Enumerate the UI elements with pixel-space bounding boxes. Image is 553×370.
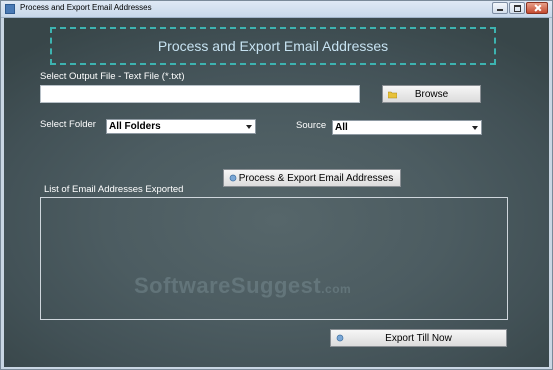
browse-button[interactable]: Browse	[382, 85, 481, 103]
source-label: Source	[296, 120, 327, 131]
app-window: Process and Export Email Addresses Proce…	[0, 0, 553, 370]
header-title: Process and Export Email Addresses	[157, 38, 389, 54]
header-banner: Process and Export Email Addresses	[50, 27, 496, 65]
main-panel: Process and Export Email Addresses Selec…	[4, 18, 549, 367]
title-bar[interactable]: Process and Export Email Addresses	[1, 1, 552, 18]
app-icon	[5, 4, 15, 14]
maximize-button[interactable]	[509, 2, 525, 14]
output-file-input[interactable]	[40, 85, 360, 103]
select-folder-label: Select Folder	[40, 119, 96, 130]
window-controls	[492, 2, 548, 14]
export-till-now-button[interactable]: Export Till Now	[330, 329, 507, 347]
process-export-button-label: Process & Export Email Addresses	[238, 172, 394, 184]
window-title: Process and Export Email Addresses	[20, 3, 152, 12]
chevron-down-icon	[472, 126, 478, 130]
output-file-label: Select Output File - Text File (*.txt)	[40, 71, 185, 82]
exported-list-label: List of Email Addresses Exported	[44, 184, 184, 195]
export-till-now-button-label: Export Till Now	[385, 332, 452, 344]
folder-select[interactable]: All Folders	[106, 119, 256, 134]
source-select[interactable]: All	[332, 120, 482, 135]
export-icon	[336, 334, 344, 345]
minimize-button[interactable]	[492, 2, 508, 14]
process-export-button[interactable]: Process & Export Email Addresses	[223, 169, 401, 187]
source-select-value: All	[335, 122, 348, 133]
process-icon	[229, 174, 237, 185]
folder-select-value: All Folders	[109, 121, 161, 132]
folder-icon	[387, 90, 398, 102]
chevron-down-icon	[246, 125, 252, 129]
exported-email-list[interactable]	[40, 197, 508, 320]
close-button[interactable]	[526, 2, 548, 14]
browse-button-label: Browse	[414, 88, 449, 100]
